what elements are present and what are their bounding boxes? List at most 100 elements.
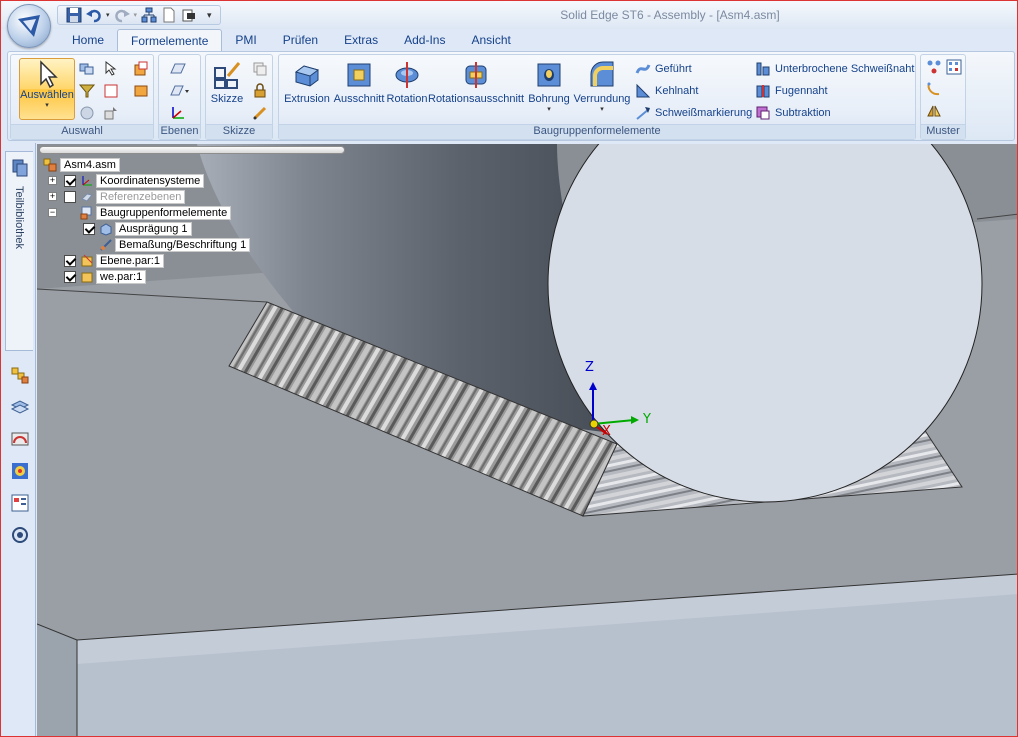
- tree-item-auspraegung[interactable]: Ausprägung 1: [99, 221, 192, 236]
- rotationsausschnitt-button[interactable]: Rotationsausschnitt: [428, 58, 524, 120]
- ausschnitt-button[interactable]: Ausschnitt: [333, 58, 385, 120]
- properties-icon[interactable]: [10, 493, 30, 513]
- assembly-pathfinder: Asm4.asm + Koordinatensysteme + Referenz…: [37, 146, 347, 286]
- plane-options-icon[interactable]: [169, 83, 191, 99]
- part-library-tab[interactable]: Teilbibliothek: [5, 151, 33, 351]
- hide-component-icon[interactable]: [133, 83, 149, 99]
- group-label-auswahl: Auswahl: [11, 124, 153, 139]
- sensors-icon[interactable]: [10, 429, 30, 449]
- group-skizze: Skizze Skizze: [205, 54, 273, 140]
- tab-pruefen[interactable]: Prüfen: [270, 29, 331, 51]
- drag-component-icon[interactable]: [79, 105, 95, 121]
- new-icon[interactable]: [161, 7, 177, 23]
- checkbox-referenzebenen[interactable]: [64, 191, 76, 203]
- axis-x-label: X: [602, 424, 611, 439]
- analysis-icon[interactable]: [10, 461, 30, 481]
- expand-koordinatensysteme[interactable]: +: [48, 176, 57, 185]
- tab-extras[interactable]: Extras: [331, 29, 391, 51]
- tree-item-koordinatensysteme[interactable]: Koordinatensysteme: [80, 173, 205, 188]
- layers-icon[interactable]: [10, 397, 30, 417]
- tree-root[interactable]: Asm4.asm: [43, 157, 120, 172]
- verrundung-label: Verrundung: [573, 93, 631, 105]
- subtraktion-button[interactable]: Subtraktion: [755, 103, 831, 123]
- settings-icon[interactable]: [10, 525, 30, 545]
- kehlnaht-label: Kehlnaht: [655, 85, 699, 97]
- revolve-icon: [395, 62, 419, 88]
- group-label-ebenen: Ebenen: [159, 124, 200, 139]
- part-icon: [81, 272, 93, 282]
- kehlnaht-button[interactable]: Kehlnaht: [635, 81, 698, 101]
- rotationsausschnitt-label: Rotationsausschnitt: [428, 93, 524, 105]
- tree-item-label: Ausprägung 1: [115, 221, 192, 236]
- tree-item-we-par[interactable]: we.par:1: [80, 269, 147, 284]
- sketch-icon: [214, 62, 241, 89]
- tree-item-label: Ebene.par:1: [96, 253, 164, 268]
- redo-icon[interactable]: [114, 7, 130, 23]
- open-icon[interactable]: [181, 7, 197, 23]
- mirror-icon[interactable]: [926, 103, 942, 119]
- revolved-cutout-icon: [465, 62, 487, 88]
- checkbox-auspraegung[interactable]: [83, 223, 95, 235]
- schweissmarkierung-button[interactable]: Schweißmarkierung: [635, 103, 752, 123]
- bohrung-button[interactable]: Bohrung ▾: [527, 58, 571, 120]
- copy-sketch-icon[interactable]: [252, 61, 268, 77]
- tab-formelemente[interactable]: Formelemente: [117, 29, 223, 51]
- axis-y-label: Y: [643, 412, 651, 427]
- application-window: Z Y X Asm4.asm + Koordinatensysteme + Re…: [0, 0, 1018, 737]
- select-mode-icon[interactable]: [103, 105, 119, 121]
- show-component-icon[interactable]: [133, 61, 149, 77]
- pattern-grid-icon[interactable]: [946, 59, 962, 75]
- group-auswahl: Auswählen ▾ Auswahl: [10, 54, 154, 140]
- weld-marking-icon: [636, 107, 650, 120]
- coordinate-system-icon: [82, 175, 92, 185]
- tree-item-baugruppenformelemente[interactable]: Baugruppenformelemente: [80, 205, 232, 220]
- group-label-muster: Muster: [921, 124, 965, 139]
- round-icon: [590, 61, 614, 87]
- tab-ansicht[interactable]: Ansicht: [458, 29, 523, 51]
- tree-item-label: Baugruppenformelemente: [96, 205, 232, 220]
- checkbox-ebene-par[interactable]: [64, 255, 76, 267]
- library-icon: [12, 159, 28, 177]
- rotation-label: Rotation: [386, 93, 428, 105]
- tab-add-ins[interactable]: Add-Ins: [391, 29, 458, 51]
- customize-icon[interactable]: ▾: [207, 10, 212, 21]
- side-panel-strip: Teilbibliothek: [1, 143, 36, 736]
- tab-home[interactable]: Home: [59, 29, 117, 51]
- application-button[interactable]: [7, 4, 51, 48]
- extrusion-button[interactable]: Extrusion: [283, 58, 331, 120]
- save-icon[interactable]: [66, 7, 82, 23]
- sketch-button[interactable]: Skizze: [208, 58, 246, 120]
- filter-icon[interactable]: [79, 83, 95, 99]
- fugennaht-label: Fugennaht: [775, 85, 828, 97]
- coordinate-system-button-icon[interactable]: [169, 105, 187, 121]
- cutout-icon: [347, 63, 371, 87]
- expand-referenzebenen[interactable]: +: [48, 192, 57, 201]
- structure-icon[interactable]: [141, 7, 157, 23]
- dimension-icon: [100, 238, 112, 251]
- verrundung-button[interactable]: Verrundung ▾: [573, 58, 631, 120]
- gefuehrt-button[interactable]: Geführt: [635, 59, 692, 79]
- fugennaht-button[interactable]: Fugennaht: [755, 81, 828, 101]
- pattern-along-curve-icon[interactable]: [926, 81, 942, 97]
- tree-item-referenzebenen[interactable]: Referenzebenen: [80, 189, 186, 204]
- select-part-icon[interactable]: [103, 61, 119, 77]
- sketch-lock-icon[interactable]: [252, 83, 268, 99]
- checkbox-koordinatensysteme[interactable]: [64, 175, 76, 187]
- tree-item-bemassung[interactable]: Bemaßung/Beschriftung 1: [99, 237, 251, 252]
- undo-icon[interactable]: [86, 7, 102, 23]
- unterbrochene-schweissnaht-button[interactable]: Unterbrochene Schweißnaht: [755, 59, 914, 79]
- rotation-button[interactable]: Rotation: [385, 58, 429, 120]
- checkbox-we-par[interactable]: [64, 271, 76, 283]
- select-button[interactable]: Auswählen ▾: [19, 58, 75, 120]
- plane-icon[interactable]: [169, 61, 187, 77]
- pattern-icon[interactable]: [926, 59, 942, 75]
- tree-item-ebene-par[interactable]: Ebene.par:1: [80, 253, 164, 268]
- assembly-tree-icon[interactable]: [10, 365, 30, 385]
- pencil-icon[interactable]: [252, 105, 268, 121]
- assembly-icon: [43, 158, 57, 171]
- collapse-baugruppenformelemente[interactable]: −: [48, 208, 57, 217]
- tab-pmi[interactable]: PMI: [222, 29, 269, 51]
- select-body-icon[interactable]: [103, 83, 119, 99]
- select-tools-icon[interactable]: [79, 61, 95, 77]
- tree-item-label: we.par:1: [96, 269, 147, 284]
